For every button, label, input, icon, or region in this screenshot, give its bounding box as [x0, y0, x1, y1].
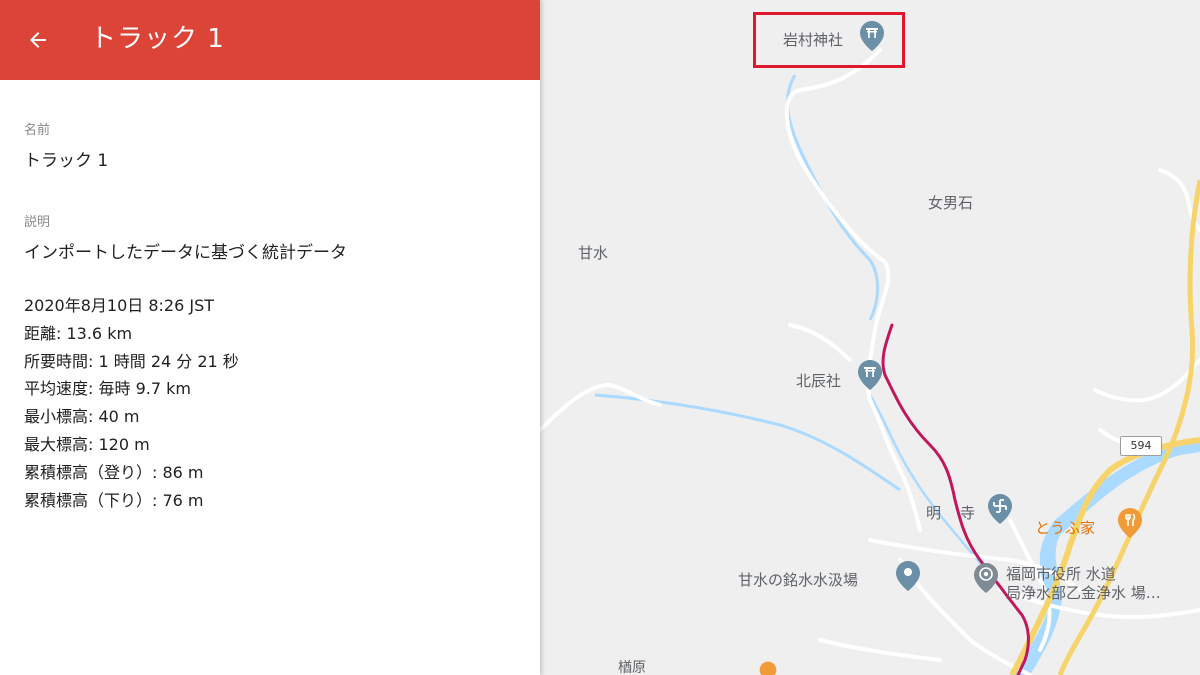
place-label-meotoishi: 女男石	[928, 194, 974, 212]
stream-west	[594, 393, 901, 492]
poi-amamizu-spring-label: 甘水の銘水水汲場	[738, 571, 859, 589]
arrow-back-icon	[30, 32, 46, 48]
place-label-amamizu: 甘水	[578, 244, 609, 262]
track-details-panel: トラック 1 名前 トラック 1 説明 インポートしたデータに基づく統計データ …	[0, 0, 540, 675]
description-label: 説明	[24, 215, 51, 230]
stat-elevation-loss: 累積標高（下り）: 76 m	[24, 490, 204, 510]
restaurant-icon	[1118, 508, 1142, 538]
stat-min-elevation: 最小標高: 40 m	[24, 407, 140, 427]
stream-north	[786, 74, 879, 321]
stat-max-elevation: 最大標高: 120 m	[24, 434, 150, 454]
stat-duration: 所要時間: 1 時間 24 分 21 秒	[24, 351, 239, 371]
back-button[interactable]	[16, 18, 60, 62]
road-sw	[818, 638, 942, 662]
shrine-torii-icon	[858, 360, 882, 390]
map-canvas[interactable]: 岩村神社 女男石 甘水 北辰社 明 寺 とうふ家 甘水の銘水水汲場 福岡市役所 …	[540, 0, 1200, 675]
poi-hokushinsha-label: 北辰社	[796, 372, 842, 390]
poi-tofuya-label: とうふ家	[1035, 519, 1096, 537]
road-west-a	[540, 382, 662, 432]
page-title: トラック 1	[90, 24, 225, 54]
place-pin-icon	[896, 561, 920, 591]
poi-myoenji-label-b: 寺	[960, 504, 976, 522]
track-stats-list: 2020年8月10日 8:26 JST 距離: 13.6 km 所要時間: 1 …	[24, 292, 239, 514]
name-label: 名前	[24, 123, 51, 138]
temple-manji-icon	[988, 494, 1012, 524]
stat-elevation-gain: 累積標高（登り）: 86 m	[24, 462, 204, 482]
stat-date: 2020年8月10日 8:26 JST	[24, 296, 215, 315]
route-shield-594: 594	[1120, 436, 1162, 456]
poi-myoenji-label-a: 明	[926, 504, 942, 522]
panel-header: トラック 1	[0, 0, 540, 80]
name-value: トラック 1	[24, 151, 109, 171]
highlight-rectangle	[753, 12, 905, 68]
restaurant-icon[interactable]	[758, 660, 778, 675]
poi-fukuoka-water-label-line1: 福岡市役所 水道	[1006, 565, 1116, 583]
government-target-icon	[974, 563, 998, 593]
stat-avg-speed: 平均速度: 毎時 9.7 km	[24, 379, 191, 399]
road-east-a	[1093, 358, 1200, 403]
place-label-yakihara: 楢原	[618, 660, 646, 675]
road-mid-west	[788, 323, 852, 362]
poi-fukuoka-water-label-line2: 局浄水部乙金浄水 場…	[1006, 584, 1161, 602]
description-value: インポートしたデータに基づく統計データ	[24, 243, 347, 263]
stat-distance: 距離: 13.6 km	[24, 323, 133, 343]
